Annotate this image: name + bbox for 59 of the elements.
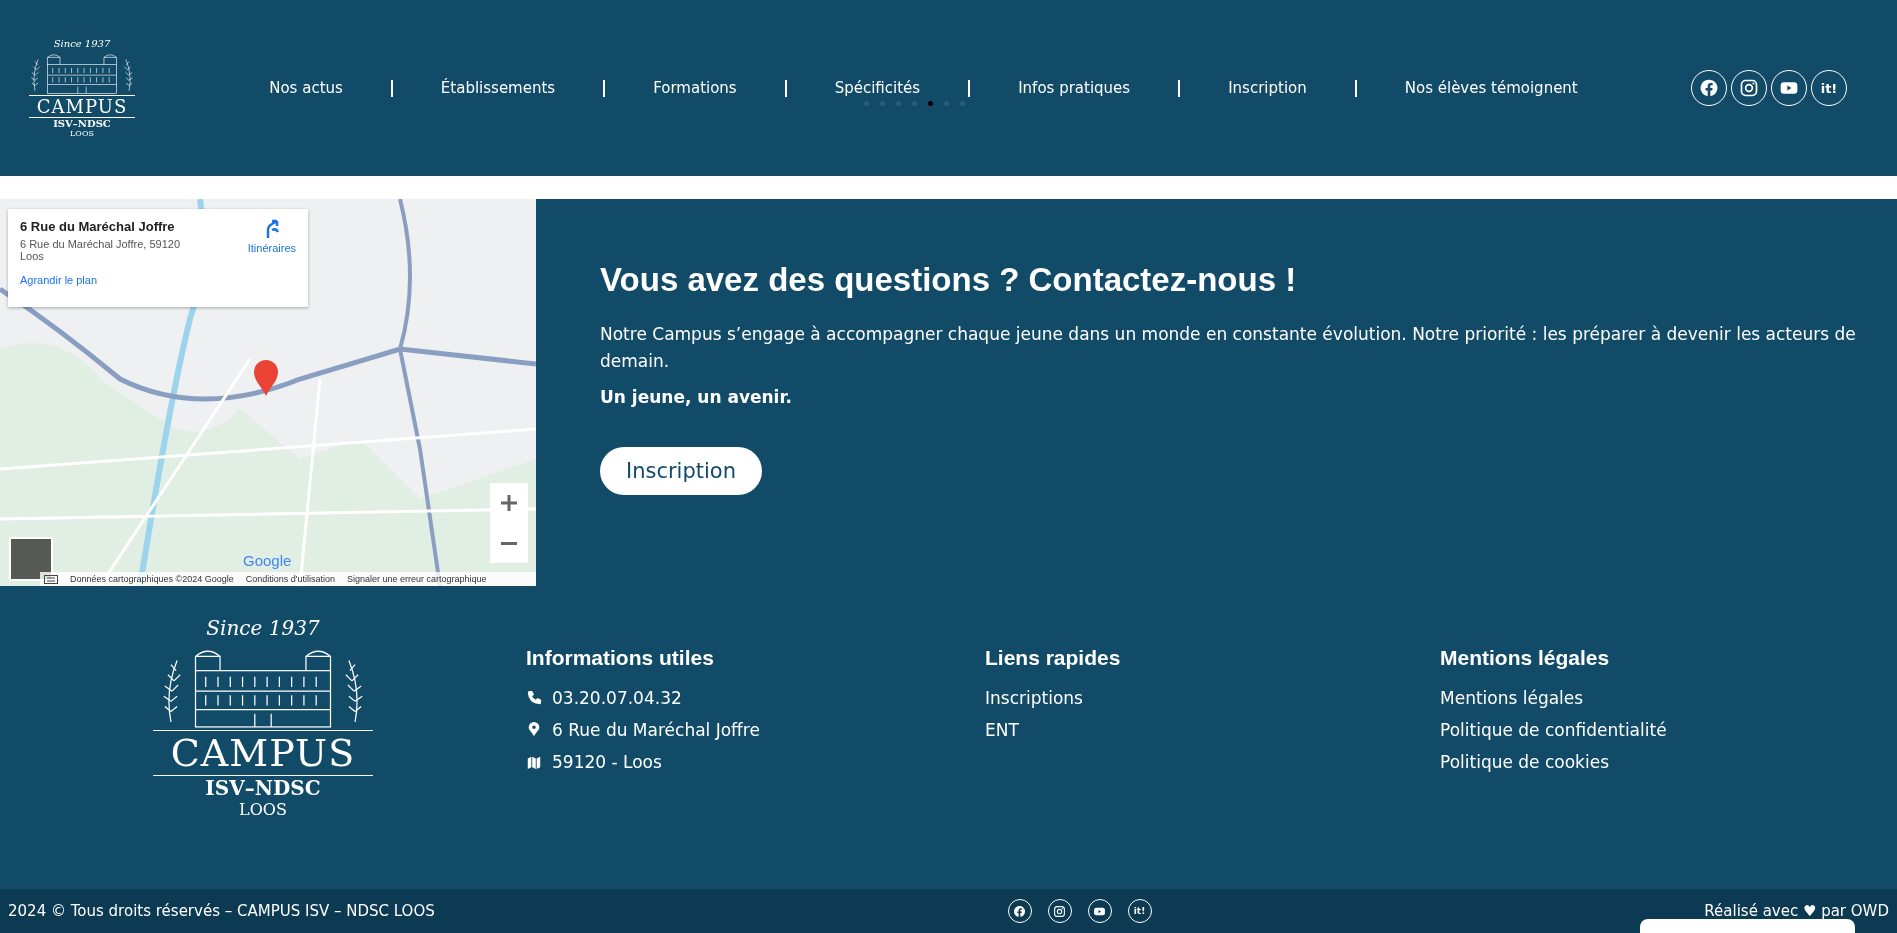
map-pin-icon [252,359,280,397]
nav-link[interactable]: Nos élèves témoignent [1356,79,1626,97]
directions-link[interactable]: Itinéraires [247,219,296,297]
nav-link[interactable]: Inscription [1180,79,1355,97]
footer-heading: Mentions légales [1440,646,1611,670]
logo-title: CAMPUS [28,95,136,118]
instagram-icon [1053,904,1066,918]
nav-link[interactable]: Spécificités [786,79,969,97]
copyright-text: 2024 © Tous droits réservés – CAMPUS ISV – NDSC LOOS [8,902,435,920]
place-title: 6 Rue du Maréchal Joffre [20,219,176,234]
place-address: 6 Rue du Maréchal Joffre, 59120 Loos [20,238,181,262]
footer-link[interactable]: 6 Rue du Maréchal Joffre [526,720,985,740]
slider-dot[interactable] [879,101,885,106]
slider-dot[interactable] [895,101,901,106]
map-attribution: Données cartographiques ©2024 Google [70,574,234,584]
phone-icon [526,690,542,706]
plus-icon [500,494,518,512]
nav-link[interactable]: Formations [605,79,785,97]
footer-link[interactable]: 03.20.07.04.32 [526,688,985,708]
enlarge-map-link[interactable]: Agrandir le plan [20,274,248,286]
footer-link[interactable]: Mentions légales [1440,688,1667,708]
logo-town: LOOS [70,129,94,138]
logo-tagline: Since 1937 [206,616,320,640]
tagline-text: Un jeune, un avenir. [600,387,793,407]
facebook-icon [1013,904,1026,918]
intro-paragraph: Notre Campus s’engage à accompagner chaque jeune dans un monde en constante évolution. Notre priorité : les préparer à devenir les acteurs de demain. [600,323,1857,373]
slider-dot[interactable] [943,101,949,106]
map-logo: Google [243,552,292,569]
footer-link[interactable]: Politique de cookies [1440,752,1667,772]
logo-tagline: Since 1937 [53,38,111,49]
slider-dot[interactable] [863,101,869,106]
instagram-icon [1739,78,1759,98]
footer-link[interactable]: Inscriptions [985,688,1440,708]
section-heading: Vous avez des questions ? Contactez-nous ! [600,261,1298,299]
location-pin-icon [526,722,542,738]
nav-link[interactable]: Nos actus [221,79,391,97]
footer-link[interactable]: Politique de confidentialité [1440,720,1667,740]
map-link[interactable]: Signaler une erreur cartographique [347,574,487,584]
keyboard-icon [44,575,58,584]
nav-link[interactable]: Établissements [392,79,604,97]
slider-dot[interactable] [911,101,917,106]
logo-subtitle: ISV–NDSC [53,118,111,129]
footer-heading: Liens rapides [985,646,1122,670]
nav-link[interactable]: Infos pratiques [970,79,1179,97]
footer-link[interactable]: ENT [985,720,1440,740]
facebook-icon [1699,78,1719,98]
slider-dot[interactable] [927,101,933,106]
footer-link[interactable]: 59120 - Loos [526,752,985,772]
map-link[interactable]: Conditions d'utilisation [245,574,336,584]
minus-icon [500,541,518,545]
map-marker-icon [526,754,542,770]
credit-text: Réalisé avec ♥ par OWD [1704,902,1889,920]
slider-dot[interactable] [959,101,965,106]
registration-button[interactable]: Inscription [600,447,762,495]
satellite-view-button[interactable] [9,537,53,581]
logo-title: CAMPUS [152,730,374,776]
logo-town: LOOS [239,800,287,819]
logo-subtitle: ISV–NDSC [205,776,321,800]
footer-heading: Informations utiles [526,646,715,670]
